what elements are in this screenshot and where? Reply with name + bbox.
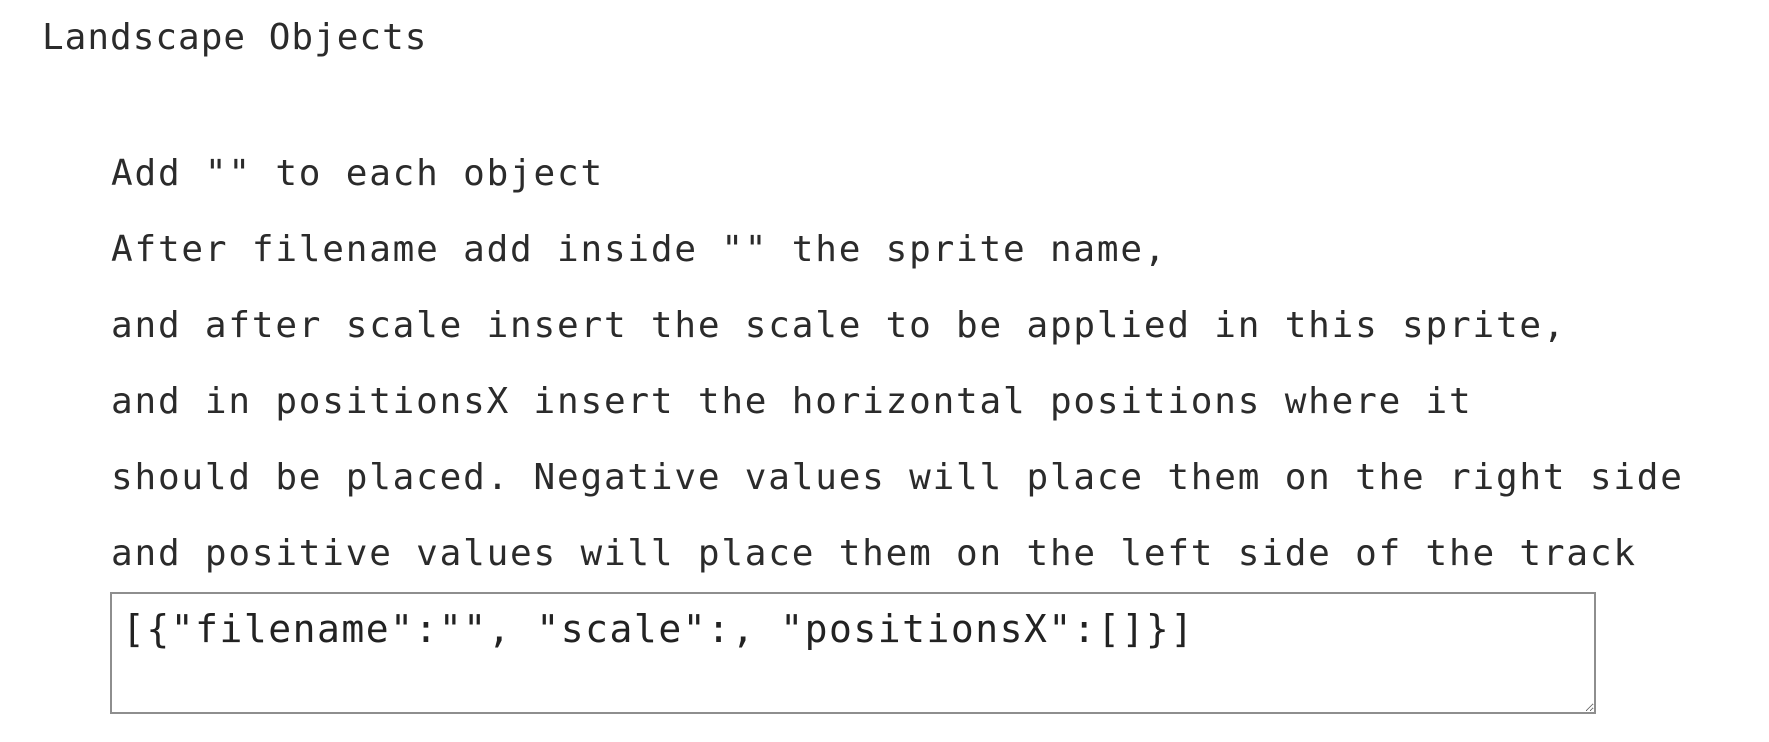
instruction-line: Add "" to each object: [111, 153, 604, 194]
instruction-line: and in positionsX insert the horizontal …: [111, 381, 1473, 422]
instruction-line: After filename add inside "" the sprite …: [111, 229, 1168, 270]
landscape-objects-json-input[interactable]: [{"filename":"", "scale":, "positionsX":…: [110, 592, 1596, 714]
instruction-line: and positive values will place them on t…: [111, 533, 1637, 574]
instruction-line: should be placed. Negative values will p…: [111, 457, 1684, 498]
instructions-block: Add "" to each object After filename add…: [111, 136, 1684, 592]
instruction-line: and after scale insert the scale to be a…: [111, 305, 1567, 346]
section-title: Landscape Objects: [42, 17, 428, 58]
